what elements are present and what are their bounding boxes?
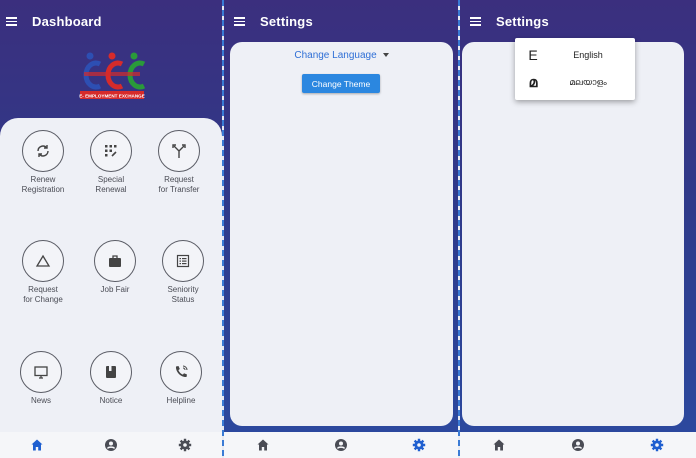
language-name: മലയാളം [569, 76, 607, 87]
tile-label: Renew Registration [21, 175, 65, 194]
tile-label: Helpline [166, 396, 196, 405]
settings-language-menu-screen: Settings E English മ മലയാളം [460, 0, 696, 458]
svg-text:E- EMPLOYMENT EXCHANGE: E- EMPLOYMENT EXCHANGE [79, 94, 145, 99]
settings-card: Change Language Change Theme [230, 42, 453, 426]
menu-icon[interactable] [470, 16, 482, 26]
account-icon[interactable] [102, 436, 120, 454]
dashboard-tiles: Renew Registration Special Renewal Reque… [0, 118, 222, 432]
book-icon [90, 351, 132, 393]
settings-icon[interactable] [410, 436, 428, 454]
language-option-english[interactable]: E English [515, 42, 635, 68]
language-dropdown-menu: E English മ മലയാളം [515, 38, 635, 100]
language-glyph: E [528, 47, 538, 63]
tile-news[interactable]: News [6, 351, 76, 406]
menu-icon[interactable] [234, 16, 246, 26]
bottom-navigation [460, 432, 696, 458]
tile-seniority-status[interactable]: Seniority Status [148, 240, 218, 305]
tile-request-transfer[interactable]: Request for Transfer [144, 130, 214, 195]
employment-exchange-logo: E- EMPLOYMENT EXCHANGE [78, 50, 146, 102]
home-icon[interactable] [490, 436, 508, 454]
fork-icon [158, 130, 200, 172]
language-name: English [573, 50, 603, 60]
tile-label: Notice [99, 396, 123, 405]
settings-icon[interactable] [648, 436, 666, 454]
account-icon[interactable] [569, 436, 587, 454]
phone-icon [160, 351, 202, 393]
tile-label: News [30, 396, 51, 405]
tile-label: Request for Transfer [158, 175, 200, 194]
change-language-dropdown[interactable]: Change Language [230, 50, 453, 61]
tile-label: Special Renewal [95, 175, 127, 194]
language-option-malayalam[interactable]: മ മലയാളം [515, 69, 635, 95]
page-title: Dashboard [32, 13, 102, 29]
account-icon[interactable] [332, 436, 350, 454]
refresh-icon [22, 130, 64, 172]
tile-label: Job Fair [100, 285, 130, 294]
tile-helpline[interactable]: Helpline [146, 351, 216, 406]
app-screens: Dashboard E- EMPLOYMENT EXCHANGE Renew R… [0, 0, 696, 458]
tile-job-fair[interactable]: Job Fair [80, 240, 150, 295]
tile-label: Request for Change [23, 285, 63, 304]
change-language-label: Change Language [294, 50, 377, 61]
language-glyph: മ [528, 73, 538, 90]
caret-down-icon [382, 53, 389, 58]
page-title: Settings [260, 13, 313, 29]
bottom-navigation [224, 432, 458, 458]
app-bar: Dashboard [0, 0, 222, 42]
tile-label: Seniority Status [167, 285, 199, 304]
grid-icon [90, 130, 132, 172]
tile-special-renewal[interactable]: Special Renewal [76, 130, 146, 195]
tile-request-change[interactable]: Request for Change [8, 240, 78, 305]
settings-icon[interactable] [176, 436, 194, 454]
home-icon[interactable] [254, 436, 272, 454]
settings-screen: Settings Change Language Change Theme [224, 0, 458, 458]
home-icon[interactable] [28, 436, 46, 454]
menu-icon[interactable] [6, 16, 18, 26]
tile-renew-registration[interactable]: Renew Registration [8, 130, 78, 195]
list-icon [162, 240, 204, 282]
triangle-icon [22, 240, 64, 282]
page-title: Settings [496, 13, 549, 29]
dashboard-screen: Dashboard E- EMPLOYMENT EXCHANGE Renew R… [0, 0, 222, 458]
briefcase-icon [94, 240, 136, 282]
tile-notice[interactable]: Notice [76, 351, 146, 406]
bottom-navigation [0, 432, 222, 458]
app-bar: Settings [460, 0, 696, 42]
app-bar: Settings [224, 0, 458, 42]
change-theme-button[interactable]: Change Theme [302, 74, 380, 93]
monitor-icon [20, 351, 62, 393]
